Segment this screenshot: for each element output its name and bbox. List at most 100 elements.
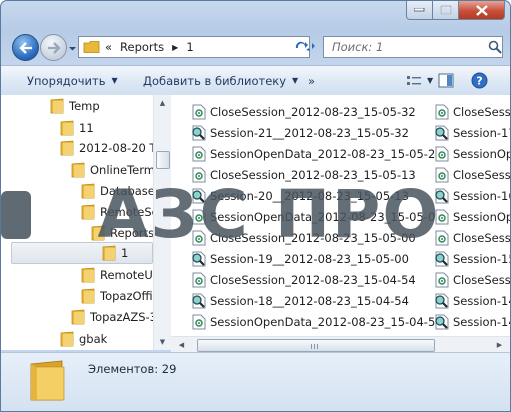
close-button[interactable]	[459, 1, 505, 20]
list-item[interactable]: SessionOpenData_2012-08-23_15-04-54	[191, 311, 443, 332]
list-item[interactable]: SessionOpenData_2012-08-23_15-05-07	[191, 206, 443, 227]
breadcrumb-reports[interactable]: Reports	[120, 40, 164, 54]
list-item[interactable]: Session-14	[434, 311, 510, 332]
tree-item-remoteup[interactable]: RemoteUp	[81, 264, 153, 286]
recent-pages-dropdown[interactable]	[68, 42, 77, 51]
address-bar[interactable]: « Reports ▶ 1	[78, 36, 310, 58]
settings-file-icon	[435, 230, 449, 245]
file-list-horizontal-scrollbar[interactable]: ◀ ▶	[171, 336, 510, 353]
chevron-down-icon: ▼	[292, 76, 299, 85]
file-name: CloseSess	[453, 104, 510, 119]
explorer-window: « Reports ▶ 1 Упорядочить ▼ Добавить в би…	[0, 0, 511, 412]
list-item[interactable]: Session-14	[434, 290, 510, 311]
close-icon	[475, 4, 488, 16]
file-name: Session-15	[453, 251, 510, 266]
list-item[interactable]: Session-21__2012-08-23_15-05-32	[191, 122, 409, 143]
tree-item-1-selected[interactable]: 1	[11, 242, 153, 264]
tree-item-label: 1	[121, 246, 129, 260]
scroll-up-icon[interactable]: ▲	[154, 95, 171, 111]
settings-file-icon	[192, 314, 206, 329]
breadcrumb-separator-icon[interactable]: ▶	[172, 43, 178, 52]
folder-icon	[81, 288, 95, 304]
list-item[interactable]: SessionOpenData_2012-08-23_15-05-20	[191, 143, 443, 164]
more-commands-button[interactable]: »	[308, 66, 315, 95]
folder-icon	[71, 309, 85, 325]
add-to-library-button[interactable]: Добавить в библиотеку ▼	[143, 66, 298, 95]
view-list-icon	[407, 75, 421, 85]
search-box[interactable]	[323, 36, 503, 58]
settings-file-icon	[435, 104, 449, 119]
search-file-icon	[435, 314, 449, 329]
folder-icon	[81, 267, 95, 283]
details-pane: Элементов: 29	[1, 352, 510, 411]
search-icon[interactable]	[488, 40, 502, 54]
list-item[interactable]: CloseSession_2012-08-23_15-05-13	[191, 164, 416, 185]
preview-pane-button[interactable]	[438, 66, 454, 95]
minimize-icon	[414, 8, 425, 12]
minimize-button[interactable]	[406, 1, 433, 20]
tree-item-reports[interactable]: Reports	[91, 222, 153, 244]
list-item[interactable]: CloseSess	[434, 269, 510, 290]
file-name: SessionOpenData_2012-08-23_15-05-07	[210, 209, 443, 224]
list-item[interactable]: CloseSess	[434, 164, 510, 185]
list-item[interactable]: CloseSess	[434, 101, 510, 122]
tree-item-temp[interactable]: Temp	[50, 95, 100, 117]
command-bar: Упорядочить ▼ Добавить в библиотеку ▼ » ▼ …	[1, 65, 510, 96]
address-go-buttons[interactable]	[292, 36, 318, 58]
search-input[interactable]	[330, 39, 484, 55]
scroll-right-icon[interactable]: ▶	[491, 337, 508, 353]
scroll-left-icon[interactable]: ◀	[173, 337, 190, 353]
tree-vertical-scrollbar[interactable]: ▲ ▼	[153, 95, 171, 350]
view-options-button[interactable]: ▼	[406, 66, 433, 95]
arrow-left-icon	[18, 41, 32, 54]
search-file-icon	[435, 188, 449, 203]
list-item[interactable]: Session-17	[434, 122, 510, 143]
tree-item-label: gbak	[79, 332, 108, 346]
tree-item-topazazs[interactable]: TopazAZS-3	[71, 306, 153, 328]
breadcrumb-current[interactable]: 1	[186, 40, 193, 54]
list-item[interactable]: CloseSess	[434, 227, 510, 248]
help-button[interactable]: ?	[471, 66, 488, 95]
arrow-right-icon	[47, 41, 61, 54]
scroll-down-icon[interactable]: ▼	[154, 334, 171, 350]
settings-file-icon	[192, 104, 206, 119]
maximize-button[interactable]	[433, 1, 459, 20]
add-to-library-label: Добавить в библиотеку	[143, 73, 287, 88]
list-item[interactable]: SessionOp	[434, 143, 510, 164]
tree-item-label: 2012-08-20 Te	[79, 141, 154, 155]
list-item[interactable]: CloseSession_2012-08-23_15-05-00	[191, 227, 416, 248]
scrollbar-thumb[interactable]	[197, 339, 435, 352]
tree-item-onlineterm[interactable]: OnlineTerm	[71, 159, 153, 181]
folder-icon	[30, 360, 65, 401]
tree-item-11[interactable]: 11	[60, 117, 94, 139]
list-item[interactable]: CloseSession_2012-08-23_15-04-54	[191, 269, 416, 290]
list-item[interactable]: CloseSession_2012-08-23_15-05-32	[191, 101, 416, 122]
chevron-down-icon: ▼	[427, 76, 434, 85]
svg-text:?: ?	[476, 75, 482, 88]
settings-file-icon	[192, 146, 206, 161]
file-name: CloseSession_2012-08-23_15-05-13	[210, 167, 416, 182]
back-button[interactable]	[12, 34, 39, 61]
tree-item-gbak[interactable]: gbak	[60, 328, 107, 350]
list-item[interactable]: Session-18__2012-08-23_15-04-54	[191, 290, 409, 311]
list-item[interactable]: Session-19__2012-08-23_15-05-00	[191, 248, 409, 269]
list-item[interactable]: Session-20__2012-08-23_15-05-13	[191, 185, 409, 206]
tree-item-label: Database	[100, 184, 154, 198]
tree-item-database[interactable]: Database	[81, 180, 154, 202]
folder-icon	[83, 41, 100, 53]
scrollbar-thumb[interactable]	[156, 151, 170, 169]
file-name: Session-14	[453, 314, 510, 329]
tree-item-remotese[interactable]: RemoteSe	[81, 201, 153, 223]
list-item[interactable]: Session-15	[434, 248, 510, 269]
folder-icon	[81, 204, 95, 220]
tree-item-topazoffi[interactable]: TopazOffi	[81, 285, 153, 307]
refresh-icon	[295, 41, 315, 51]
file-name: SessionOpenData_2012-08-23_15-05-20	[210, 146, 443, 161]
list-item[interactable]: SessionOp	[434, 206, 510, 227]
list-item[interactable]: Session-16	[434, 185, 510, 206]
more-commands-label: »	[308, 73, 316, 88]
tree-item-2012-08-20[interactable]: 2012-08-20 Te	[60, 137, 154, 159]
organize-button[interactable]: Упорядочить ▼	[27, 66, 118, 95]
forward-button[interactable]	[40, 34, 67, 61]
breadcrumb-overflow[interactable]: «	[105, 40, 112, 54]
